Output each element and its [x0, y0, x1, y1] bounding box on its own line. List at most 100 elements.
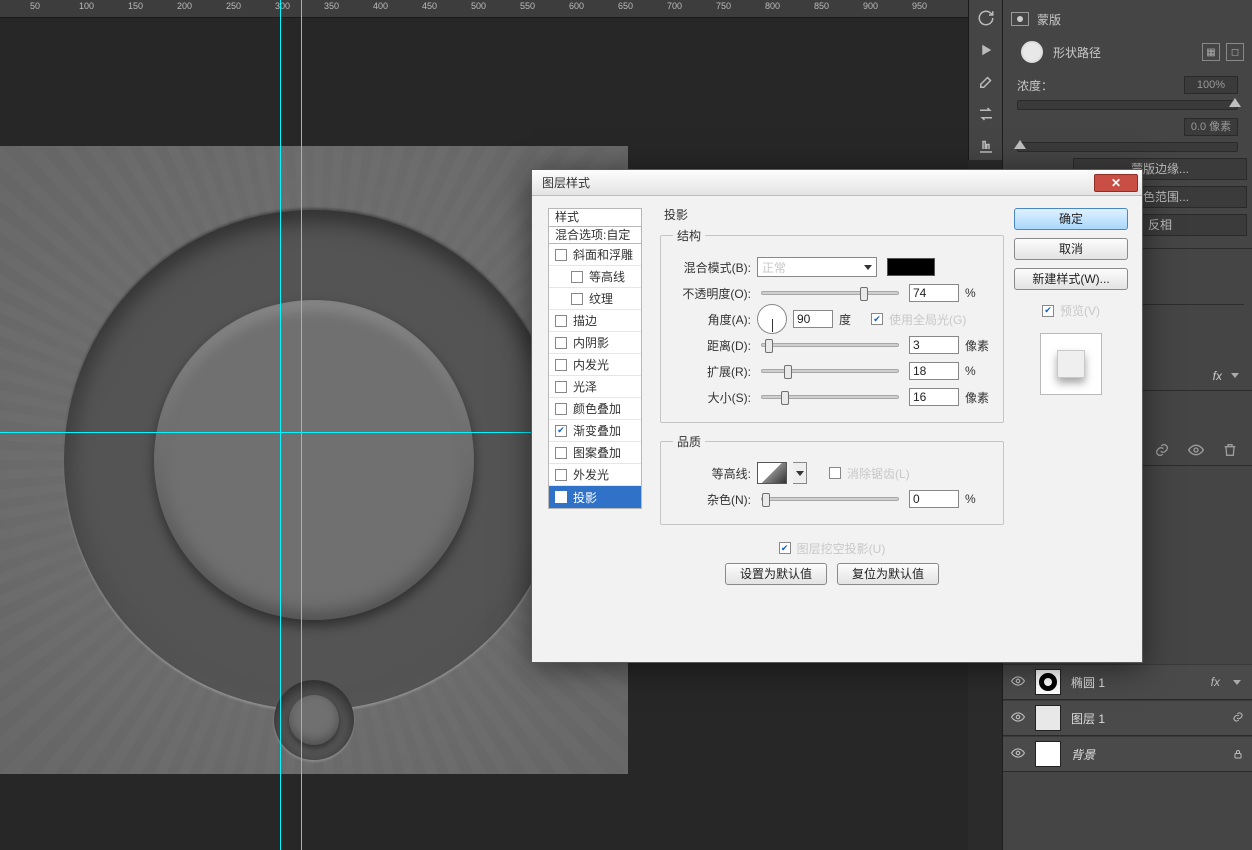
style-item-bevel[interactable]: 斜面和浮雕	[549, 244, 641, 266]
shadow-color-swatch[interactable]	[887, 258, 935, 276]
style-item-inner-shadow[interactable]: 内阴影	[549, 332, 641, 354]
refresh-icon[interactable]	[972, 4, 1000, 32]
style-item-label: 渐变叠加	[573, 422, 621, 439]
antialias-checkbox[interactable]	[829, 467, 841, 479]
link-icon[interactable]	[1154, 442, 1170, 461]
link-icon[interactable]	[1232, 711, 1244, 726]
global-light-checkbox[interactable]: ✔	[871, 313, 883, 325]
style-item-drop-shadow[interactable]: ✔投影	[549, 486, 641, 508]
layer-name: 椭圆 1	[1071, 674, 1201, 691]
contour-swatch[interactable]	[757, 462, 787, 484]
close-button[interactable]: ✕	[1094, 174, 1138, 192]
style-checkbox[interactable]	[571, 271, 583, 283]
eye-icon[interactable]	[1188, 442, 1204, 461]
ruler-tick: 350	[324, 1, 339, 11]
style-item-color-ov[interactable]: 颜色叠加	[549, 398, 641, 420]
opacity-input[interactable]: 74	[909, 284, 959, 302]
ruler-horizontal[interactable]: 5010015020025030035040045050055060065070…	[0, 0, 968, 18]
style-item-texture[interactable]: 纹理	[549, 288, 641, 310]
style-item-grad-ov[interactable]: ✔ 渐变叠加	[549, 420, 641, 442]
angle-dial[interactable]	[757, 304, 787, 334]
mask-mode-icon[interactable]	[1011, 12, 1029, 26]
preview-checkbox[interactable]: ✔	[1042, 305, 1054, 317]
cancel-button[interactable]: 取消	[1014, 238, 1128, 260]
style-item-stroke[interactable]: 描边	[549, 310, 641, 332]
layer-thumb[interactable]	[1035, 741, 1061, 767]
visibility-toggle[interactable]	[1011, 746, 1025, 763]
guide-vertical-1[interactable]	[280, 0, 281, 850]
angle-row: 角度(A): 90 度 ✔ 使用全局光(G)	[673, 306, 991, 332]
layer-fx-badge: fx	[1211, 675, 1220, 689]
style-item-contour[interactable]: 等高线	[549, 266, 641, 288]
style-checkbox[interactable]	[571, 293, 583, 305]
style-checkbox[interactable]	[555, 381, 567, 393]
layer-row-background[interactable]: 背景	[1003, 736, 1252, 772]
style-item-inner-glow[interactable]: 内发光	[549, 354, 641, 376]
style-checkbox[interactable]: ✔	[555, 425, 567, 437]
size-slider[interactable]	[761, 395, 899, 399]
layer-thumb[interactable]	[1035, 669, 1061, 695]
trash-icon[interactable]	[1222, 442, 1238, 461]
pixel-mask-icon[interactable]: ▦	[1202, 43, 1220, 61]
fx-dd[interactable]	[1228, 369, 1242, 383]
play-icon[interactable]	[972, 36, 1000, 64]
swap-icon[interactable]	[972, 100, 1000, 128]
make-default-button[interactable]: 设置为默认值	[725, 563, 827, 585]
style-item-pattern-ov[interactable]: 图案叠加	[549, 442, 641, 464]
style-checkbox[interactable]	[555, 403, 567, 415]
style-checkbox[interactable]	[555, 337, 567, 349]
layer-thumb[interactable]	[1035, 705, 1061, 731]
contour-dropdown[interactable]	[793, 462, 807, 484]
ruler-tick: 300	[275, 1, 290, 11]
feather-slider[interactable]	[1017, 142, 1238, 152]
blend-options-header[interactable]: 混合选项:自定	[548, 226, 642, 244]
size-row: 大小(S): 16 像素	[673, 384, 991, 410]
style-checkbox[interactable]	[555, 315, 567, 327]
guide-vertical-2[interactable]	[301, 0, 302, 850]
align-icon[interactable]	[972, 132, 1000, 160]
style-checkbox[interactable]	[555, 249, 567, 261]
brush-icon[interactable]	[972, 68, 1000, 96]
styles-column: 样式 混合选项:自定 斜面和浮雕等高线纹理描边内阴影内发光光泽颜色叠加 ✔ 渐变叠加…	[548, 208, 642, 509]
spread-slider[interactable]	[761, 369, 899, 373]
structure-group: 结构 混合模式(B): 正常 不透明度(O): 74 % 角度(A): 90	[660, 227, 1004, 423]
style-checkbox[interactable]	[555, 469, 567, 481]
reset-default-button[interactable]: 复位为默认值	[837, 563, 939, 585]
noise-row: 杂色(N): 0 %	[673, 486, 991, 512]
shape-path-thumb[interactable]	[1021, 41, 1043, 63]
dialog-titlebar[interactable]: 图层样式 ✕	[532, 170, 1142, 196]
visibility-toggle[interactable]	[1011, 710, 1025, 727]
spread-input[interactable]: 18	[909, 362, 959, 380]
density-slider[interactable]	[1017, 100, 1238, 110]
layer-fx-dd[interactable]	[1230, 675, 1244, 689]
style-item-outer-glow[interactable]: 外发光	[549, 464, 641, 486]
vector-mask-icon[interactable]: ◻	[1226, 43, 1244, 61]
layer-row-layer1[interactable]: 图层 1	[1003, 700, 1252, 736]
styles-header[interactable]: 样式	[548, 208, 642, 226]
style-checkbox[interactable]: ✔	[555, 491, 567, 503]
style-item-satin[interactable]: 光泽	[549, 376, 641, 398]
new-style-button[interactable]: 新建样式(W)...	[1014, 268, 1128, 290]
lock-icon[interactable]	[1232, 748, 1244, 760]
visibility-toggle[interactable]	[1011, 674, 1025, 691]
knockout-checkbox[interactable]: ✔	[779, 542, 791, 554]
size-input[interactable]: 16	[909, 388, 959, 406]
style-checkbox[interactable]	[555, 359, 567, 371]
dialog-body: 样式 混合选项:自定 斜面和浮雕等高线纹理描边内阴影内发光光泽颜色叠加 ✔ 渐变叠加…	[532, 196, 1142, 662]
distance-slider[interactable]	[761, 343, 899, 347]
density-value[interactable]: 100%	[1184, 76, 1238, 94]
artwork-ring	[64, 210, 564, 710]
layer-row-ellipse[interactable]: 椭圆 1 fx	[1003, 664, 1252, 700]
angle-input[interactable]: 90	[793, 310, 833, 328]
noise-slider[interactable]	[761, 497, 899, 501]
opacity-slider[interactable]	[761, 291, 899, 295]
distance-input[interactable]: 3	[909, 336, 959, 354]
blend-mode-combo[interactable]: 正常	[757, 257, 877, 277]
noise-input[interactable]: 0	[909, 490, 959, 508]
ok-button[interactable]: 确定	[1014, 208, 1128, 230]
style-item-label: 光泽	[573, 378, 597, 395]
layer-name: 背景	[1071, 746, 1222, 763]
style-checkbox[interactable]	[555, 447, 567, 459]
density-label: 浓度：	[1017, 77, 1053, 94]
feather-value[interactable]: 0.0 像素	[1184, 118, 1238, 136]
